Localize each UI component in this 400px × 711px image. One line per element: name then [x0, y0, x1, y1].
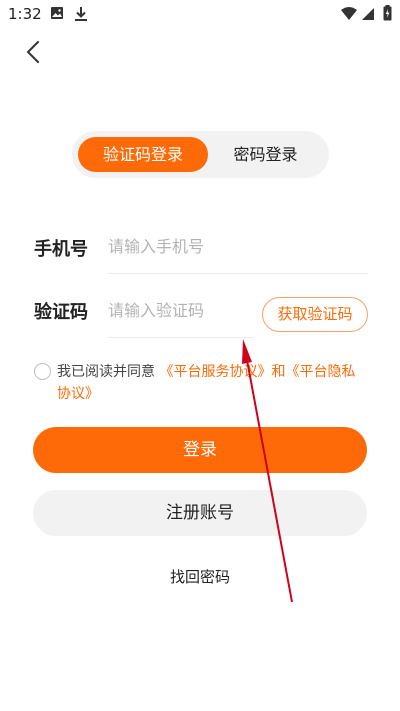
login-button[interactable]: 登录: [33, 427, 367, 473]
signal-icon: [362, 8, 374, 20]
phone-underline: [108, 273, 368, 274]
back-button[interactable]: [20, 38, 48, 66]
annotation-arrow: [242, 339, 293, 603]
forgot-password-link[interactable]: 找回密码: [0, 566, 400, 587]
tab-sms-code-login[interactable]: 验证码登录: [78, 137, 208, 172]
wifi-icon: [341, 7, 357, 20]
agreement-checkbox[interactable]: [34, 363, 51, 380]
code-label: 验证码: [34, 302, 88, 323]
status-time: 1:32: [8, 5, 42, 23]
chevron-left-icon: [26, 41, 39, 63]
service-agreement-link[interactable]: 《平台服务协议》: [159, 364, 271, 380]
agreement-text: 我已阅读并同意 《平台服务协议》和《平台隐私协议》: [57, 361, 367, 405]
status-bar: 1:32: [0, 0, 400, 28]
login-mode-tabs: 验证码登录 密码登录: [72, 131, 329, 178]
agreement-joiner: 和: [271, 364, 286, 380]
agreement-prefix: 我已阅读并同意: [57, 364, 155, 380]
phone-input[interactable]: [108, 233, 358, 259]
phone-label: 手机号: [34, 239, 88, 260]
tab-password-login[interactable]: 密码登录: [208, 137, 323, 172]
image-icon: [51, 7, 63, 19]
register-button[interactable]: 注册账号: [33, 490, 367, 536]
code-input[interactable]: [108, 297, 248, 323]
get-code-button[interactable]: 获取验证码: [262, 297, 368, 332]
battery-icon: [383, 5, 392, 21]
download-icon: [75, 7, 87, 21]
code-underline: [108, 337, 253, 338]
